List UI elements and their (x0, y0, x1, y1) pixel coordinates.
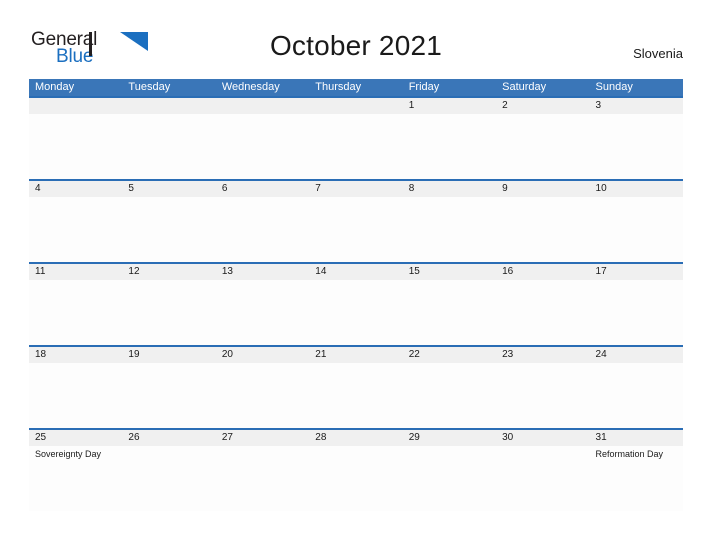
day-cell[interactable] (29, 197, 122, 262)
weekday-header-wednesday: Wednesday (221, 81, 280, 93)
day-number[interactable] (29, 98, 122, 114)
day-number[interactable]: 1 (403, 98, 496, 114)
day-cell[interactable] (309, 363, 402, 428)
day-cell[interactable] (122, 446, 215, 511)
day-cell[interactable] (309, 446, 402, 511)
day-cell[interactable] (216, 114, 309, 179)
day-cell[interactable] (122, 114, 215, 179)
day-cell[interactable] (122, 363, 215, 428)
day-number[interactable]: 3 (590, 98, 683, 114)
week-date-band: 1 2 3 (29, 98, 683, 114)
country-label: Slovenia (633, 46, 683, 61)
day-number[interactable]: 30 (496, 430, 589, 446)
day-cell[interactable] (216, 363, 309, 428)
weekday-header-sunday: Sunday (595, 81, 633, 93)
day-cell[interactable] (496, 197, 589, 262)
calendar-week-row: 4 5 6 7 8 9 10 (29, 179, 683, 262)
day-number[interactable] (309, 98, 402, 114)
week-event-band (29, 280, 683, 345)
day-cell[interactable] (309, 280, 402, 345)
week-event-band (29, 114, 683, 179)
day-number[interactable]: 14 (309, 264, 402, 280)
event-label: Sovereignty Day (35, 449, 102, 459)
day-cell[interactable] (403, 363, 496, 428)
day-cell[interactable] (29, 280, 122, 345)
day-number[interactable]: 29 (403, 430, 496, 446)
day-cell[interactable] (403, 197, 496, 262)
day-number[interactable]: 21 (309, 347, 402, 363)
day-number[interactable]: 16 (496, 264, 589, 280)
day-number[interactable] (122, 98, 215, 114)
week-date-band: 18 19 20 21 22 23 24 (29, 347, 683, 363)
weekday-header-thursday: Thursday (315, 81, 362, 93)
day-number[interactable]: 9 (496, 181, 589, 197)
day-number[interactable]: 10 (590, 181, 683, 197)
day-cell[interactable] (590, 280, 683, 345)
week-date-band: 11 12 13 14 15 16 17 (29, 264, 683, 280)
day-cell[interactable] (590, 114, 683, 179)
weekday-header-friday: Friday (408, 81, 440, 93)
calendar-week-row: 11 12 13 14 15 16 17 (29, 262, 683, 345)
day-cell[interactable] (496, 280, 589, 345)
day-cell[interactable] (590, 363, 683, 428)
day-number[interactable]: 23 (496, 347, 589, 363)
week-date-band: 4 5 6 7 8 9 10 (29, 181, 683, 197)
calendar-week-row: 18 19 20 21 22 23 24 (29, 345, 683, 428)
day-number[interactable]: 22 (403, 347, 496, 363)
day-cell[interactable] (590, 197, 683, 262)
weekday-header-monday: Monday (35, 81, 75, 93)
weekday-header-saturday: Saturday (502, 81, 547, 93)
day-cell[interactable] (403, 446, 496, 511)
day-cell[interactable]: Reformation Day (590, 446, 683, 511)
day-cell[interactable] (403, 280, 496, 345)
day-number[interactable]: 24 (590, 347, 683, 363)
day-cell[interactable] (309, 197, 402, 262)
day-cell[interactable] (496, 446, 589, 511)
day-cell[interactable] (496, 114, 589, 179)
week-event-band (29, 363, 683, 428)
calendar-week-row: 1 2 3 (29, 96, 683, 179)
day-cell[interactable] (309, 114, 402, 179)
day-number[interactable]: 18 (29, 347, 122, 363)
day-cell[interactable] (496, 363, 589, 428)
day-number[interactable]: 2 (496, 98, 589, 114)
day-number[interactable]: 26 (122, 430, 215, 446)
page-header: General Blue October 2021 Slovenia (0, 0, 712, 76)
day-number[interactable]: 15 (403, 264, 496, 280)
day-number[interactable]: 6 (216, 181, 309, 197)
day-number[interactable]: 8 (403, 181, 496, 197)
weekday-header-tuesday: Tuesday (128, 81, 171, 93)
day-number[interactable]: 31 (590, 430, 683, 446)
day-cell[interactable] (122, 197, 215, 262)
day-number[interactable]: 5 (122, 181, 215, 197)
weekday-header-row: Monday Tuesday Wednesday Thursday Friday… (29, 79, 683, 96)
day-number[interactable]: 4 (29, 181, 122, 197)
day-number[interactable]: 11 (29, 264, 122, 280)
day-number[interactable]: 20 (216, 347, 309, 363)
week-event-band: Sovereignty Day Reformation Day (29, 446, 683, 511)
day-cell[interactable] (29, 114, 122, 179)
day-number[interactable]: 7 (309, 181, 402, 197)
event-label: Reformation Day (595, 449, 664, 459)
day-number[interactable]: 27 (216, 430, 309, 446)
day-number[interactable]: 12 (122, 264, 215, 280)
day-number[interactable]: 19 (122, 347, 215, 363)
day-number[interactable]: 13 (216, 264, 309, 280)
day-number[interactable] (216, 98, 309, 114)
day-cell[interactable] (216, 280, 309, 345)
day-number[interactable]: 25 (29, 430, 122, 446)
page-title: October 2021 (269, 30, 443, 61)
calendar-week-row: 25 26 27 28 29 30 31 Sovereignty Day Ref… (29, 428, 683, 511)
day-cell[interactable] (122, 280, 215, 345)
day-number[interactable]: 17 (590, 264, 683, 280)
day-cell[interactable]: Sovereignty Day (29, 446, 122, 511)
week-date-band: 25 26 27 28 29 30 31 (29, 430, 683, 446)
week-event-band (29, 197, 683, 262)
day-cell[interactable] (29, 363, 122, 428)
day-cell[interactable] (216, 446, 309, 511)
day-number[interactable]: 28 (309, 430, 402, 446)
day-cell[interactable] (216, 197, 309, 262)
calendar-table: Monday Tuesday Wednesday Thursday Friday… (29, 79, 683, 511)
day-cell[interactable] (403, 114, 496, 179)
